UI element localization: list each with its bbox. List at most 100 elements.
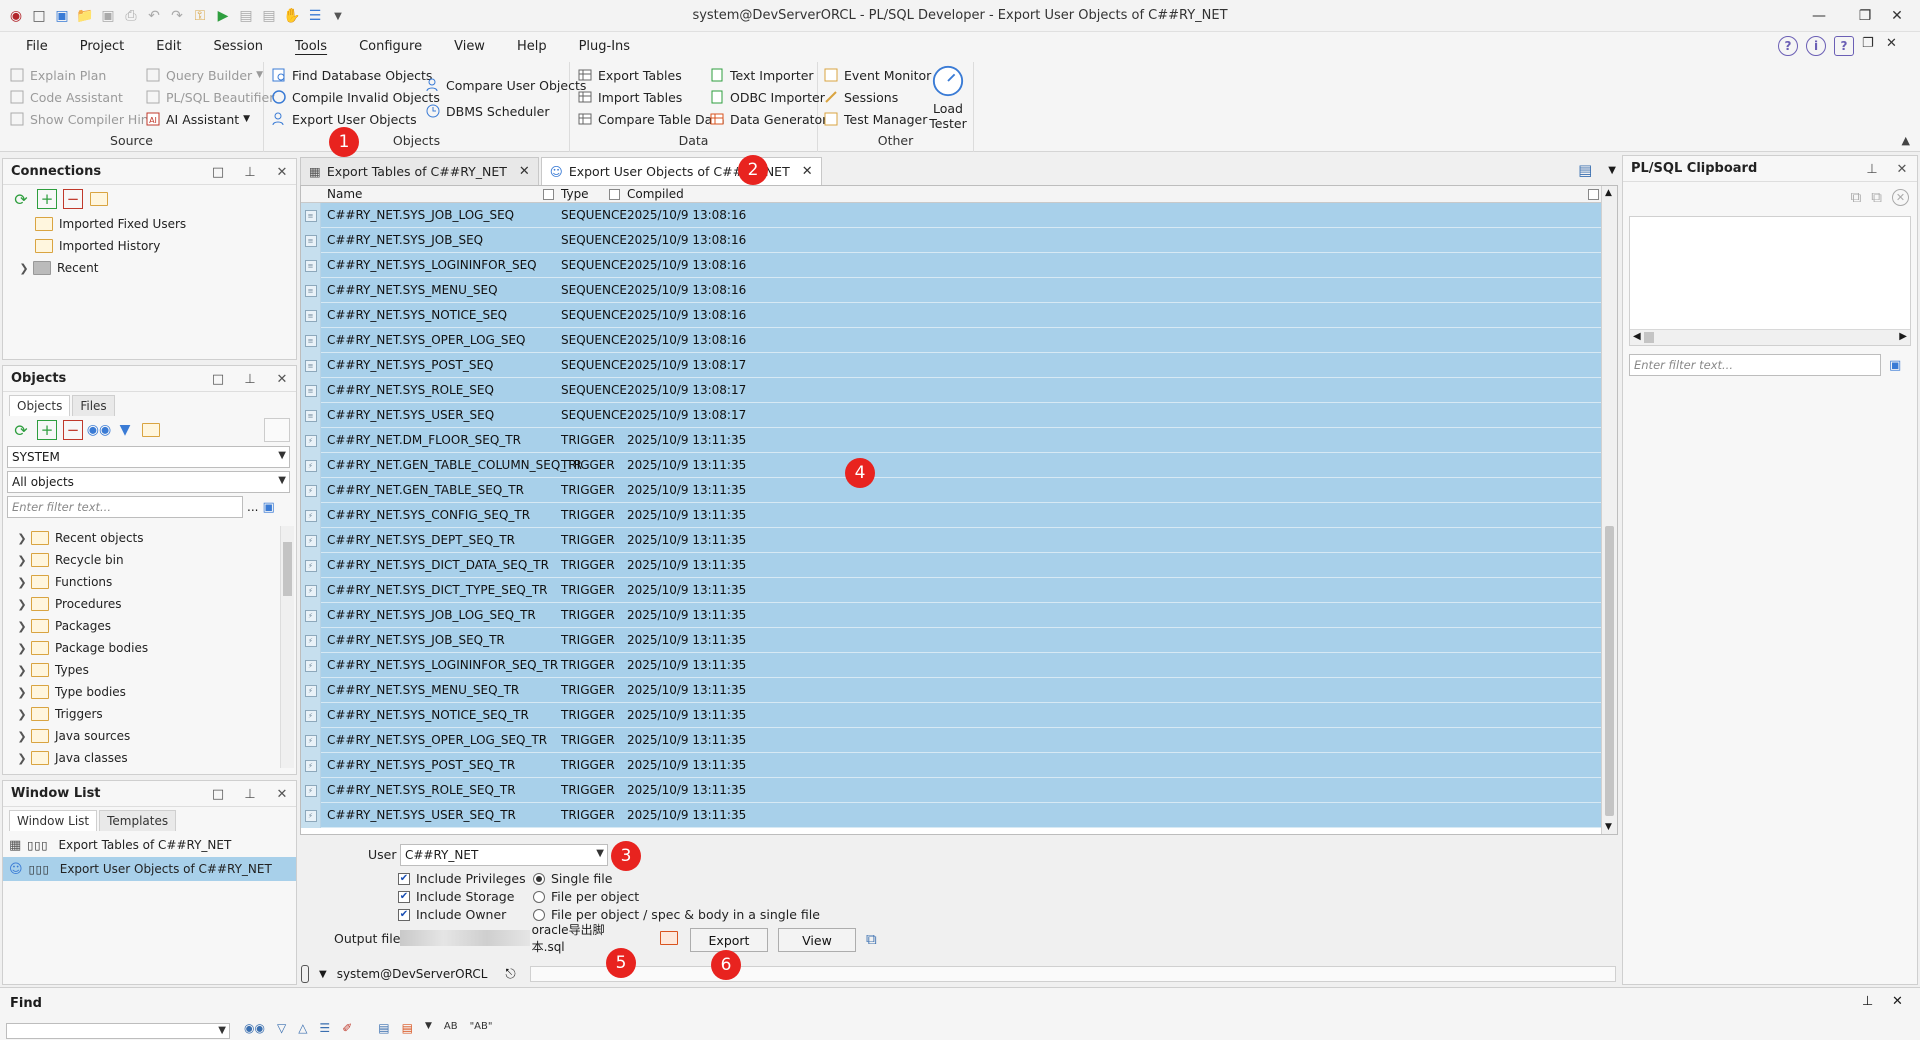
include-privileges-checkbox[interactable]: ✔ Include Privileges — [398, 871, 526, 886]
menu-configure[interactable]: Configure — [343, 32, 438, 62]
header-compiled[interactable]: Compiled — [627, 187, 684, 201]
row-selector[interactable]: ⚡ — [301, 653, 321, 678]
tree-item-java-classes[interactable]: ❯ Java classes — [3, 747, 283, 769]
scroll-thumb[interactable] — [1605, 526, 1614, 816]
row-selector[interactable]: ⚡ — [301, 528, 321, 553]
table-row[interactable]: ≡ C##RY_NET.SYS_JOB_LOG_SEQ SEQUENCE 2025/1… — [301, 203, 1601, 228]
chevron-down-icon[interactable]: ▼ — [596, 848, 604, 859]
filter-apply-icon[interactable]: ▣ — [262, 500, 274, 515]
copy-icon[interactable]: ⧉ — [866, 930, 877, 948]
add-icon[interactable]: + — [37, 189, 57, 209]
table-row[interactable]: ⚡ C##RY_NET.SYS_CONFIG_SEQ_TR TRIGGER 2025/… — [301, 503, 1601, 528]
table-row[interactable]: ≡ C##RY_NET.SYS_MENU_SEQ SEQUENCE 2025/10/9… — [301, 278, 1601, 303]
explain-plan-button[interactable]: Explain Plan — [8, 64, 106, 86]
checkbox-checked[interactable]: ✔ — [398, 890, 410, 903]
table-row[interactable]: ⚡ C##RY_NET.SYS_POST_SEQ_TR TRIGGER 2025/10… — [301, 753, 1601, 778]
window-list-item-export-user-objects[interactable]: ☺ ▯▯▯ Export User Objects of C##RY_NET — [3, 857, 296, 881]
table-row[interactable]: ⚡ C##RY_NET.SYS_DICT_DATA_SEQ_TR TRIGGER 20… — [301, 553, 1601, 578]
row-selector[interactable]: ⚡ — [301, 628, 321, 653]
radio-unselected[interactable] — [533, 890, 545, 903]
menu-project[interactable]: Project — [64, 32, 140, 62]
view-button[interactable]: View — [778, 928, 856, 952]
whole-word-label[interactable]: "AB" — [470, 1021, 493, 1035]
table-row[interactable]: ≡ C##RY_NET.SYS_NOTICE_SEQ SEQUENCE 2025/10… — [301, 303, 1601, 328]
export-user-combo[interactable]: C##RY_NET ▼ — [400, 844, 608, 866]
show-compiler-hints-button[interactable]: Show Compiler Hints — [8, 108, 160, 130]
clipboard-filter-input[interactable]: Enter filter text... — [1629, 354, 1881, 376]
table-row[interactable]: ≡ C##RY_NET.SYS_USER_SEQ SEQUENCE 2025/10/9… — [301, 403, 1601, 428]
scroll-down-icon[interactable]: ▼ — [1605, 822, 1612, 832]
odbc-importer-button[interactable]: ODBC Importer — [708, 86, 825, 108]
grid-scrollbar[interactable]: ▲ ▼ — [1601, 186, 1617, 834]
row-selector[interactable]: ⚡ — [301, 503, 321, 528]
status-dropdown-icon[interactable]: ▼ — [319, 969, 327, 980]
header-name-filter[interactable] — [543, 189, 554, 200]
objects-grid[interactable]: Name Type Compiled ≡ C##RY_NET.SYS_JOB_LO… — [300, 185, 1618, 835]
menu-file[interactable]: File — [10, 32, 64, 62]
object-type-combo[interactable]: All objects ▼ — [7, 471, 290, 493]
chevron-down-icon[interactable]: ▼ — [278, 450, 286, 461]
pin-icon[interactable]: ⊥ — [1859, 156, 1885, 182]
list-icon[interactable]: ☰ — [319, 1021, 330, 1035]
refresh-icon[interactable]: ⟳ — [11, 189, 31, 209]
paste-icon[interactable]: ⧉ — [1871, 188, 1882, 206]
find-text-combo[interactable]: ▼ — [6, 1023, 230, 1039]
export-tables-button[interactable]: Export Tables — [576, 64, 682, 86]
objects-tree-scrollbar[interactable] — [280, 526, 294, 768]
objects-filter-input[interactable]: Enter filter text... — [7, 496, 243, 518]
window-icon[interactable]: ▤ — [378, 1021, 389, 1035]
radio-unselected[interactable] — [533, 908, 545, 921]
close-icon[interactable]: ✕ — [269, 366, 295, 392]
chevron-right-icon[interactable]: ❯ — [13, 752, 31, 765]
table-row[interactable]: ≡ C##RY_NET.SYS_OPER_LOG_SEQ SEQUENCE 2025/… — [301, 328, 1601, 353]
table-row[interactable]: ⚡ C##RY_NET.DM_FLOOR_SEQ_TR TRIGGER 2025/10… — [301, 428, 1601, 453]
chevron-right-icon[interactable]: ❯ — [13, 708, 31, 721]
window-list-item-export-tables[interactable]: ▦ ▯▯▯ Export Tables of C##RY_NET — [3, 833, 296, 857]
tree-item-imported-history[interactable]: Imported History — [3, 235, 296, 257]
table-row[interactable]: ⚡ C##RY_NET.SYS_ROLE_SEQ_TR TRIGGER 2025/10… — [301, 778, 1601, 803]
tab-objects[interactable]: Objects — [9, 395, 71, 416]
plsql-beautifier-button[interactable]: PL/SQL Beautifier — [144, 86, 274, 108]
window-arrange-icon[interactable]: ▤ — [1578, 161, 1592, 179]
tab-files[interactable]: Files — [72, 395, 115, 416]
chevron-right-icon[interactable]: ❯ — [13, 620, 31, 633]
include-storage-checkbox[interactable]: ✔ Include Storage — [398, 889, 514, 904]
tree-item-recycle-bin[interactable]: ❯ Recycle bin — [3, 549, 283, 571]
table-row[interactable]: ⚡ C##RY_NET.SYS_DICT_TYPE_SEQ_TR TRIGGER 20… — [301, 578, 1601, 603]
tree-item-package-bodies[interactable]: ❯ Package bodies — [3, 637, 283, 659]
row-selector[interactable]: ⚡ — [301, 578, 321, 603]
user-combo[interactable]: SYSTEM ▼ — [7, 446, 290, 468]
close-icon[interactable]: ✕ — [802, 164, 813, 179]
table-row[interactable]: ⚡ C##RY_NET.SYS_OPER_LOG_SEQ_TR TRIGGER 202… — [301, 728, 1601, 753]
tree-item-type-bodies[interactable]: ❯ Type bodies — [3, 681, 283, 703]
row-selector[interactable]: ⚡ — [301, 728, 321, 753]
browse-folder-icon[interactable] — [660, 931, 678, 948]
blank-button[interactable] — [264, 418, 290, 442]
remove-icon[interactable]: − — [63, 189, 83, 209]
compile-invalid-objects-button[interactable]: Compile Invalid Objects — [270, 86, 440, 108]
row-selector[interactable]: ⚡ — [301, 428, 321, 453]
dbms-scheduler-button[interactable]: DBMS Scheduler — [424, 100, 549, 122]
filter-apply-icon[interactable]: ▣ — [1889, 358, 1901, 373]
close-icon[interactable]: ✕ — [519, 164, 530, 179]
single-file-radio[interactable]: Single file — [533, 871, 612, 886]
row-selector[interactable]: ⚡ — [301, 803, 321, 828]
clipboard-hscroll[interactable]: ◀ ▶ — [1630, 329, 1910, 345]
table-row[interactable]: ⚡ C##RY_NET.SYS_JOB_SEQ_TR TRIGGER 2025/10/… — [301, 628, 1601, 653]
row-selector[interactable]: ⚡ — [301, 703, 321, 728]
menu-view[interactable]: View — [438, 32, 501, 62]
chevron-right-icon[interactable]: ❯ — [13, 598, 31, 611]
chevron-down-icon[interactable]: ▼ — [278, 475, 286, 486]
scroll-up-icon[interactable]: ▲ — [1605, 188, 1612, 198]
row-selector[interactable]: ≡ — [301, 303, 321, 328]
tree-item-java-sources[interactable]: ❯ Java sources — [3, 725, 283, 747]
refresh-icon[interactable]: ⟳ — [11, 420, 31, 440]
scroll-right-icon[interactable]: ▶ — [1899, 331, 1907, 342]
tree-item-types[interactable]: ❯ Types — [3, 659, 283, 681]
table-row[interactable]: ≡ C##RY_NET.SYS_JOB_SEQ SEQUENCE 2025/10/9 … — [301, 228, 1601, 253]
copy-icon[interactable]: ⧉ — [1851, 188, 1862, 206]
chevron-right-icon[interactable]: ❯ — [13, 686, 31, 699]
chevron-right-icon[interactable]: ❯ — [15, 262, 33, 275]
event-monitor-button[interactable]: Event Monitor — [822, 64, 931, 86]
filter-icon[interactable]: ▼ — [115, 420, 135, 440]
